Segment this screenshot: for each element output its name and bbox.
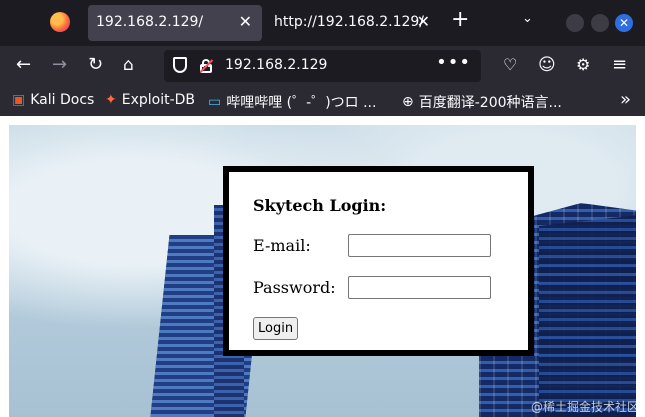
bookmark-label: Exploit-DB [121,92,196,108]
bookmark-kali-docs[interactable]: ▣ Kali Docs [12,92,94,108]
password-label: Password: [253,278,336,297]
list-tabs-chevron-icon[interactable]: ⌄ [522,11,533,26]
page-actions-icon[interactable]: ••• [436,52,471,73]
firefox-icon[interactable] [50,12,70,32]
email-label: E-mail: [253,236,311,255]
insecure-lock-icon[interactable] [199,59,214,73]
minimize-button[interactable] [566,14,584,32]
tab-inactive[interactable]: http://192.168.2.129/ ✕ [266,5,440,41]
extensions-icon[interactable]: ⚙ [576,54,590,76]
bookmark-baidu-translate[interactable]: ⊕ 百度翻译-200种语言... [402,92,562,112]
login-button[interactable]: Login [253,317,299,340]
bookmark-exploit-db[interactable]: ✦ Exploit-DB [105,92,195,108]
new-tab-button[interactable]: + [451,9,469,31]
tab-strip: 192.168.2.129/ ✕ http://192.168.2.129/ ✕… [0,0,645,46]
tab-title: http://192.168.2.129/ [274,14,425,30]
maximize-button[interactable] [591,14,609,32]
building-right-shadow [539,215,636,417]
back-arrow-icon[interactable]: ← [16,54,31,76]
bookmark-bilibili[interactable]: ▭ 哔哩哔哩 (゜-゜)つロ ... [208,92,376,112]
kali-docs-icon: ▣ [12,92,26,108]
reload-icon[interactable]: ↻ [88,54,103,76]
watermark: @稀土掘金技术社区 [530,400,639,414]
pocket-icon[interactable]: ♡ [503,54,517,76]
tracking-shield-icon[interactable] [173,57,187,73]
login-form: Skytech Login: E-mail: Password: Login [223,166,534,356]
forward-arrow-icon[interactable]: → [52,54,67,76]
page-content: Skytech Login: E-mail: Password: Login @… [0,116,645,417]
home-icon[interactable]: ⌂ [123,54,134,76]
bilibili-icon: ▭ [208,94,222,110]
bookmark-label: Kali Docs [30,92,95,108]
menu-icon[interactable]: ≡ [612,54,627,76]
email-field[interactable] [348,234,491,257]
url-text[interactable]: 192.168.2.129 [225,57,327,73]
window-close-button[interactable]: ✕ [615,14,633,32]
tab-close-icon[interactable]: ✕ [417,12,430,31]
account-avatar-icon[interactable]: ☺ [538,54,556,76]
bookmarks-bar: ▣ Kali Docs ✦ Exploit-DB ▭ 哔哩哔哩 (゜-゜)つロ … [0,86,645,116]
url-bar[interactable]: 192.168.2.129 ••• [164,50,481,82]
login-title: Skytech Login: [253,196,387,215]
tab-active[interactable]: 192.168.2.129/ ✕ [88,5,262,41]
bookmarks-overflow-icon[interactable]: » [620,89,631,110]
globe-icon: ⊕ [402,94,414,110]
nav-bar: ← → ↻ ⌂ 192.168.2.129 ••• ♡ ☺ ⚙ ≡ [0,46,645,86]
bookmark-label: 百度翻译-200种语言... [418,95,562,111]
password-field[interactable] [348,276,491,299]
tab-title: 192.168.2.129/ [96,14,204,30]
bookmark-label: 哔哩哔哩 (゜-゜)つロ ... [226,95,377,111]
exploit-db-icon: ✦ [105,92,117,108]
tab-close-icon[interactable]: ✕ [239,12,252,31]
